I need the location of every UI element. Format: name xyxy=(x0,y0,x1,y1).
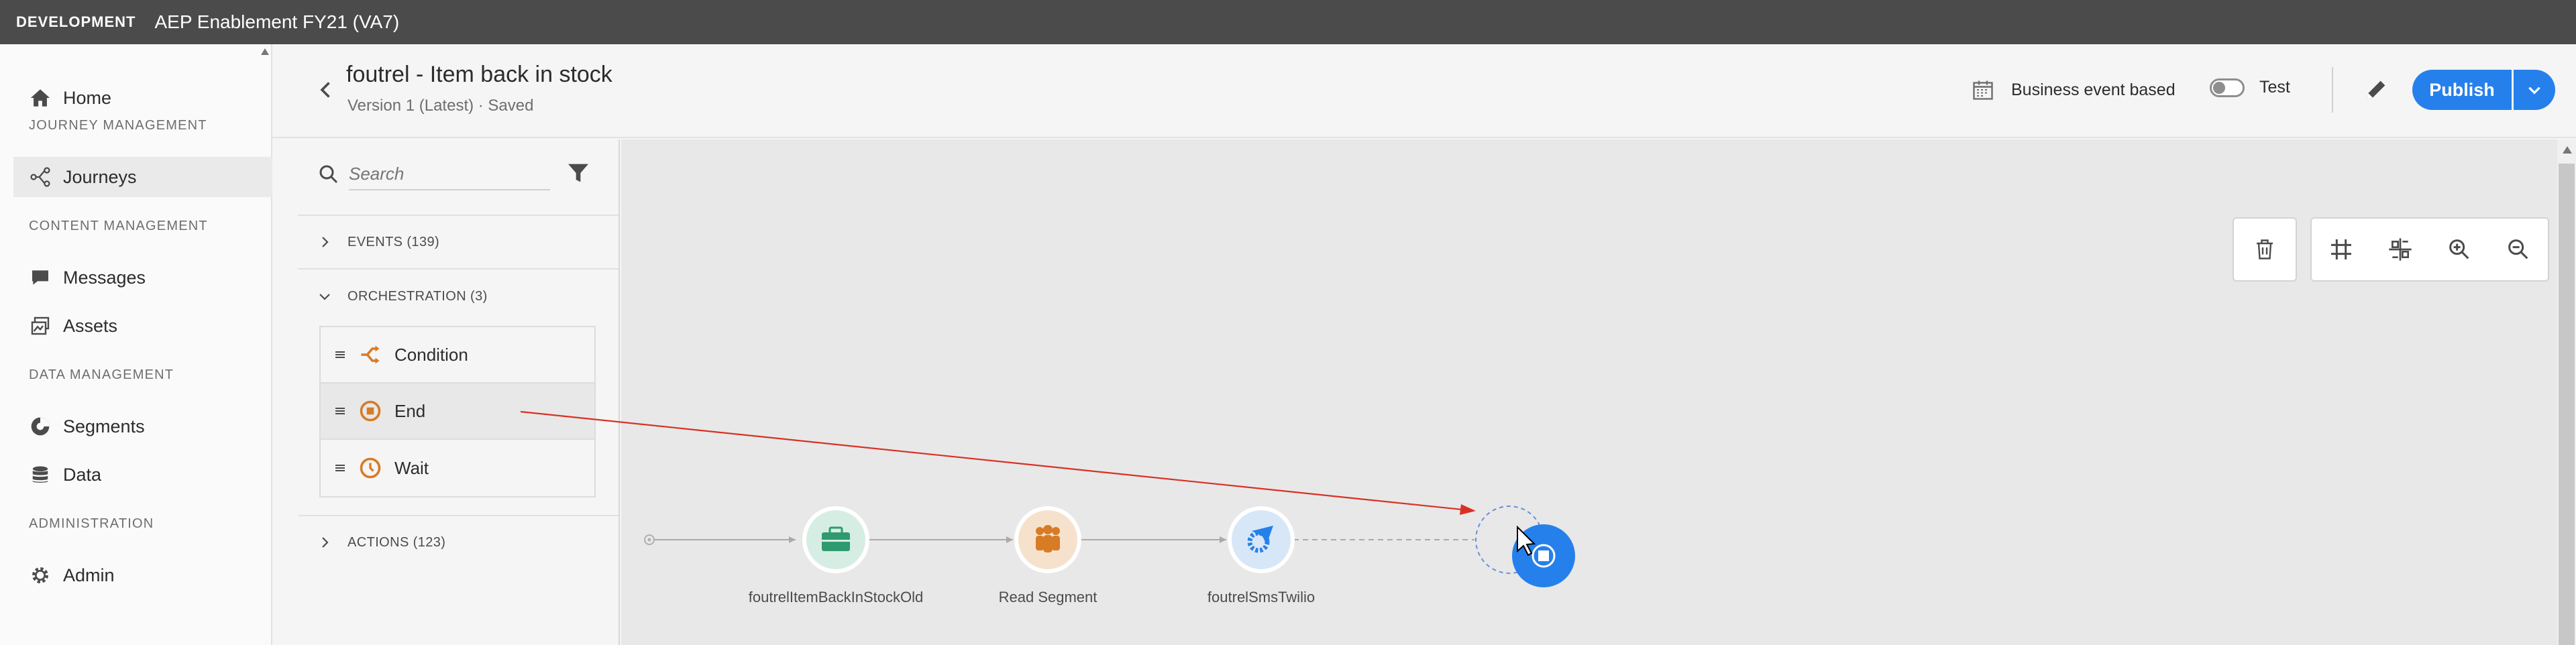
chevron-down-icon xyxy=(2528,86,2540,95)
org-switcher[interactable]: AEP Enablement FY21 (VA7) xyxy=(154,11,399,33)
publish-button[interactable]: Publish xyxy=(2412,70,2512,110)
gear-icon xyxy=(28,563,52,587)
nav-item-messages[interactable]: Messages xyxy=(13,257,272,298)
node-label-event: foutrelItemBackInStockOld xyxy=(748,589,924,605)
nav-label-data: Data xyxy=(63,464,102,485)
nav-item-assets[interactable]: Assets xyxy=(13,306,272,346)
chevron-down-icon xyxy=(319,294,330,300)
node-label-segment: Read Segment xyxy=(998,589,1097,605)
filter-icon[interactable] xyxy=(565,160,592,186)
publish-options-button[interactable] xyxy=(2514,70,2555,110)
test-label: Test xyxy=(2259,78,2290,97)
scrollbar-thumb[interactable] xyxy=(2559,164,2575,645)
nav-label-journeys: Journeys xyxy=(63,166,137,187)
nav-heading-journey: JOURNEY MANAGEMENT xyxy=(29,118,207,133)
activity-condition[interactable]: Condition xyxy=(321,327,594,384)
drag-handle-icon xyxy=(335,465,345,471)
activity-label-condition: Condition xyxy=(394,344,468,365)
test-toggle[interactable]: Test xyxy=(2210,78,2290,97)
orchestration-list: Condition End Wait xyxy=(319,326,596,497)
nav-item-journeys[interactable]: Journeys xyxy=(13,157,272,197)
page-title: foutrel - Item back in stock xyxy=(346,62,612,87)
nav-label-messages: Messages xyxy=(63,267,146,288)
drag-handle-icon xyxy=(335,351,345,358)
people-icon xyxy=(1036,525,1060,552)
search-icon xyxy=(317,162,341,186)
journey-flow xyxy=(644,506,1575,587)
activity-end[interactable]: End xyxy=(321,384,594,440)
section-orchestration-label: ORCHESTRATION (3) xyxy=(347,288,488,304)
nav-heading-data: DATA MANAGEMENT xyxy=(29,367,174,382)
stop-icon xyxy=(360,400,381,422)
toggle-switch[interactable] xyxy=(2210,78,2245,97)
business-event-label: Business event based xyxy=(2011,80,2176,99)
condition-icon xyxy=(361,345,380,364)
node-label-action: foutrelSmsTwilio xyxy=(1207,589,1316,605)
chevron-right-icon xyxy=(322,537,329,548)
activity-palette: EVENTS (139) ORCHESTRATION (3) Condition… xyxy=(298,139,620,645)
nav-heading-admin: ADMINISTRATION xyxy=(29,516,154,531)
section-events-label: EVENTS (139) xyxy=(347,234,440,249)
calendar-icon xyxy=(1971,78,1995,102)
database-icon xyxy=(28,463,52,487)
journey-icon xyxy=(28,165,52,189)
activity-label-wait: Wait xyxy=(394,457,429,478)
nav-label-assets: Assets xyxy=(63,315,118,336)
journey-canvas[interactable]: foutrelItemBackInStockOld Read Segment f… xyxy=(621,139,2557,645)
node-event[interactable] xyxy=(802,506,869,573)
message-icon xyxy=(28,266,52,290)
publish-button-group: Publish xyxy=(2412,70,2555,110)
nav-item-data[interactable]: Data xyxy=(13,455,272,495)
section-events[interactable]: EVENTS (139) xyxy=(298,216,619,270)
home-icon xyxy=(28,86,52,110)
segments-icon xyxy=(28,414,52,438)
nav-item-home[interactable]: Home xyxy=(13,78,272,118)
journey-header: foutrel - Item back in stock Version 1 (… xyxy=(272,44,2576,138)
nav-item-admin[interactable]: Admin xyxy=(13,555,272,595)
nav-item-segments[interactable]: Segments xyxy=(13,406,272,447)
section-actions[interactable]: ACTIONS (123) xyxy=(298,515,619,569)
palette-search xyxy=(298,139,619,216)
drag-handle-icon xyxy=(335,408,345,414)
environment-label: DEVELOPMENT xyxy=(16,13,136,30)
chevron-right-icon xyxy=(322,237,329,247)
nav-label-home: Home xyxy=(63,87,112,108)
assets-icon xyxy=(28,314,52,338)
version-status: Version 1 (Latest) · Saved xyxy=(347,97,534,115)
back-button[interactable] xyxy=(314,78,338,102)
chevron-left-icon xyxy=(320,82,330,98)
nav-heading-content: CONTENT MANAGEMENT xyxy=(29,219,208,233)
section-actions-label: ACTIONS (123) xyxy=(347,534,446,550)
nav-label-admin: Admin xyxy=(63,565,115,585)
node-read-segment[interactable] xyxy=(1014,506,1081,573)
edit-button[interactable] xyxy=(2363,76,2390,103)
header-divider xyxy=(2332,67,2333,113)
business-event-info[interactable]: Business event based xyxy=(1971,78,2176,102)
section-orchestration[interactable]: ORCHESTRATION (3) xyxy=(298,270,619,323)
activity-wait[interactable]: Wait xyxy=(321,440,594,496)
left-navigation: Home JOURNEY MANAGEMENT Journeys CONTENT… xyxy=(0,44,272,645)
nav-label-segments: Segments xyxy=(63,416,145,436)
activity-label-end: End xyxy=(394,400,426,421)
pencil-icon xyxy=(2367,80,2385,99)
canvas-scrollbar[interactable] xyxy=(2557,139,2576,645)
top-bar: DEVELOPMENT AEP Enablement FY21 (VA7) xyxy=(0,0,2576,44)
search-input[interactable] xyxy=(349,158,550,190)
node-action[interactable] xyxy=(1228,506,1295,573)
clock-icon xyxy=(360,457,381,479)
